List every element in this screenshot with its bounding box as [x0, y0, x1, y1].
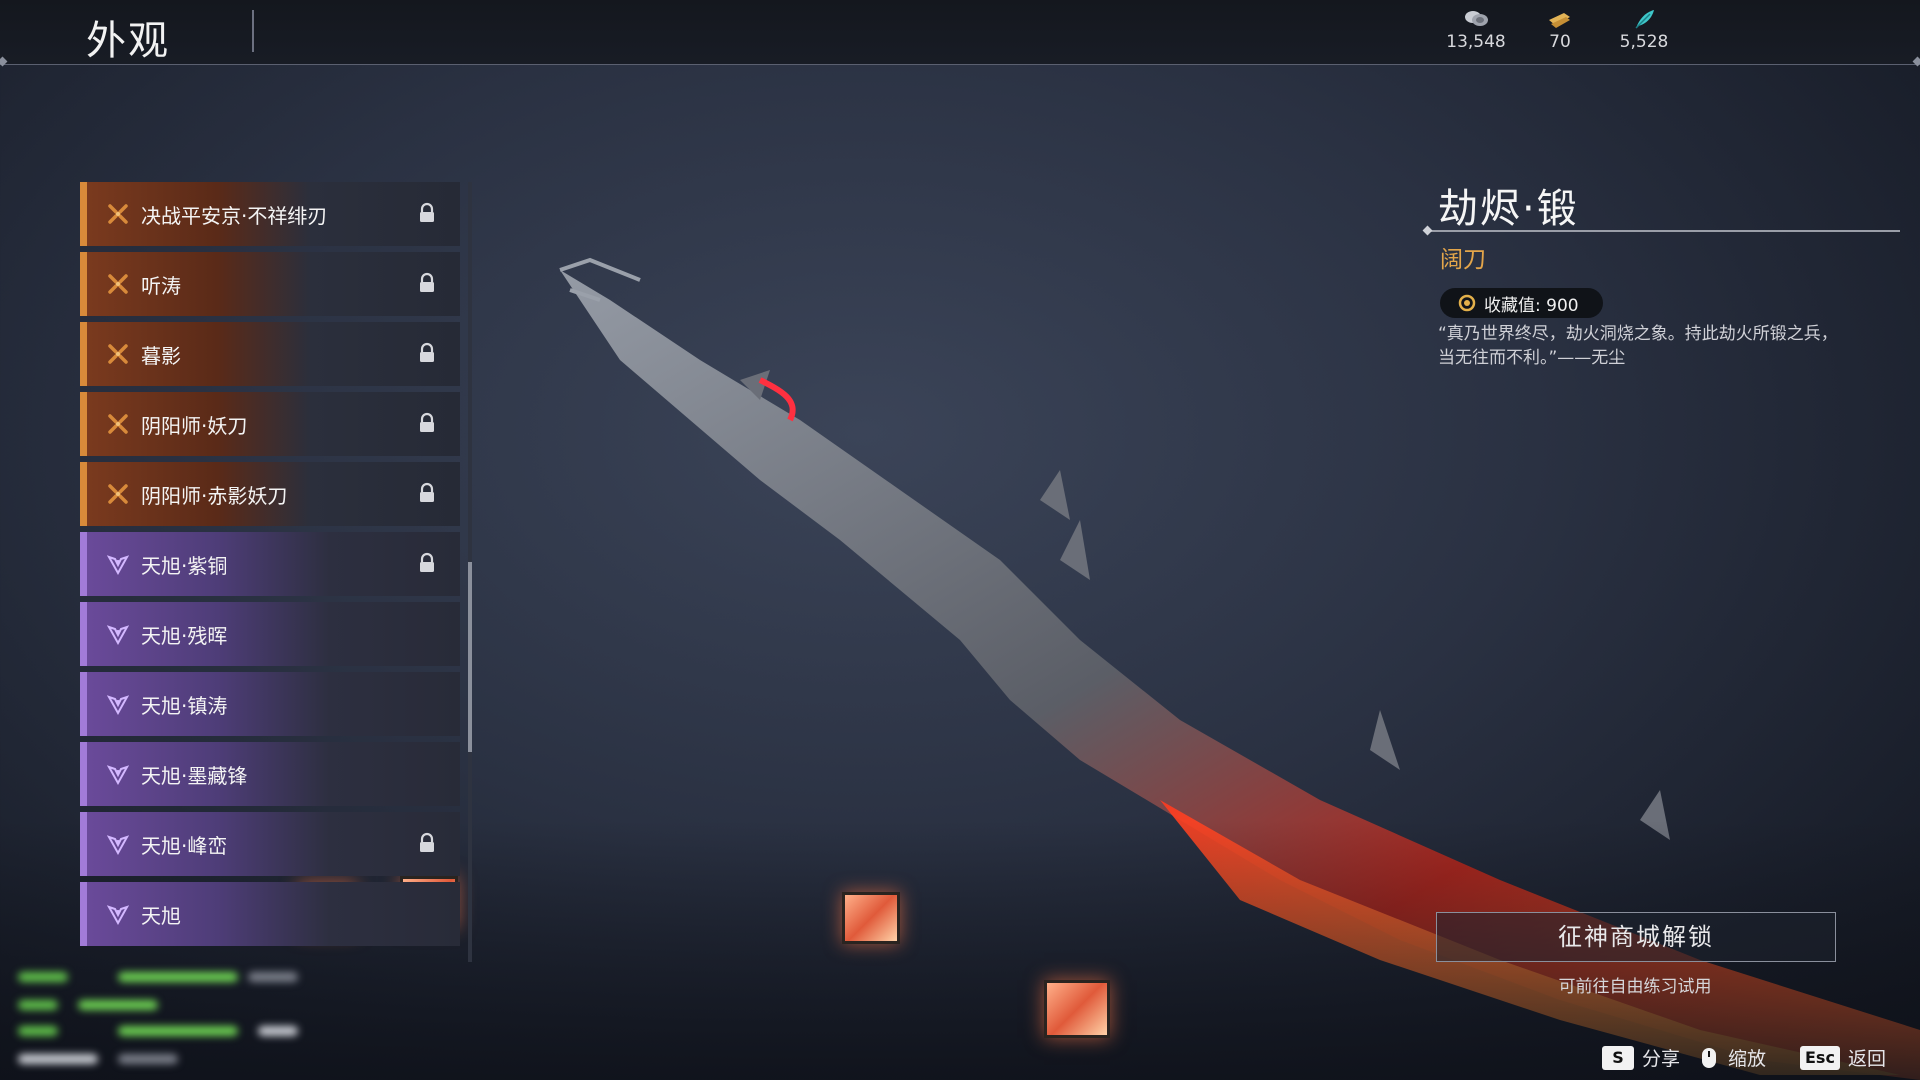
collection-icon [1458, 294, 1476, 312]
purple-rarity-icon [107, 835, 129, 855]
currency-value: 70 [1549, 32, 1571, 52]
back-hint[interactable]: Esc 返回 [1800, 1044, 1886, 1071]
blurred-chat-panel [18, 960, 348, 1076]
gold-rarity-icon [108, 414, 128, 434]
key-s: S [1602, 1045, 1634, 1070]
trial-hint: 可前往自由练习试用 [1558, 977, 1712, 997]
gold-rarity-icon [108, 204, 128, 224]
lock-icon [420, 342, 434, 362]
lock-icon [420, 552, 434, 572]
store-unlock-button[interactable]: 征神商城解锁 [1436, 912, 1836, 962]
feather-icon [1635, 10, 1654, 29]
skin-description: “真乃世界终尽，劫火洞烧之象。持此劫火所锻之兵，当无往而不利。”——无尘 [1438, 324, 1838, 368]
skin-list-item-label: 阴阳师·赤影妖刀 [141, 483, 288, 508]
share-hint[interactable]: S 分享 [1602, 1044, 1680, 1071]
weapon-type: 阔刀 [1440, 247, 1486, 273]
zoom-label: 缩放 [1728, 1048, 1767, 1070]
top-bar: 外观 13,548 70 5,528 [0, 0, 1920, 67]
divider-ornament [0, 56, 8, 67]
lock-icon [420, 482, 434, 502]
back-label: 返回 [1847, 1048, 1886, 1070]
floating-lantern [842, 892, 900, 944]
skin-list-item-label: 天旭·镇涛 [141, 693, 228, 718]
lock-icon [420, 832, 434, 852]
currency-value: 5,528 [1619, 32, 1669, 52]
purple-rarity-icon [107, 555, 129, 575]
skin-list-item-label: 暮影 [141, 343, 181, 368]
skin-list-item-label: 天旭·紫铜 [141, 553, 228, 578]
page-title: 外观 [86, 18, 170, 64]
gold-rarity-icon [108, 344, 128, 364]
lock-icon [420, 272, 434, 292]
skin-list-item[interactable]: 天旭 [80, 882, 460, 946]
skin-list-item[interactable]: 天旭·峰峦 [80, 812, 460, 876]
purple-rarity-icon [107, 625, 129, 645]
skin-list-item[interactable]: 天旭·镇涛 [80, 672, 460, 736]
currency-tickets[interactable]: 70 [1520, 8, 1600, 52]
floating-lantern [1044, 980, 1110, 1038]
skin-list-item[interactable]: 天旭·墨藏锋 [80, 742, 460, 806]
share-label: 分享 [1642, 1048, 1681, 1070]
skin-list-item[interactable]: 暮影 [80, 322, 460, 386]
divider-ornament [1912, 56, 1920, 67]
collection-value-badge: 收藏值: 900 [1440, 288, 1603, 318]
skin-list: 决战平安京·不祥绯刃 听涛暮影阴阳师·妖刀阴阳师·赤影妖刀 天旭·紫铜天旭·残晖天旭… [80, 182, 460, 952]
currency-value: 13,548 [1446, 32, 1506, 52]
key-esc: Esc [1800, 1045, 1840, 1070]
coin-stack-icon [1465, 11, 1488, 26]
skin-list-item[interactable]: 天旭·残晖 [80, 602, 460, 666]
currency-coins[interactable]: 13,548 [1436, 8, 1516, 52]
skin-list-item-label: 阴阳师·妖刀 [141, 413, 248, 438]
lock-icon [420, 202, 434, 222]
gold-rarity-icon [108, 274, 128, 294]
title-divider [252, 10, 254, 52]
ticket-icon [1549, 13, 1570, 28]
zoom-hint[interactable]: 缩放 [1698, 1044, 1766, 1071]
mouse-icon [1702, 1047, 1716, 1068]
skin-list-item-label: 决战平安京·不祥绯刃 [141, 203, 328, 228]
skin-list-item-label: 天旭·残晖 [141, 623, 228, 648]
title-underline [1428, 230, 1900, 232]
lock-icon [420, 412, 434, 432]
currency-feathers[interactable]: 5,528 [1604, 8, 1684, 52]
skin-list-item[interactable]: 天旭·紫铜 [80, 532, 460, 596]
store-unlock-label: 征神商城解锁 [1558, 923, 1714, 951]
purple-rarity-icon [107, 905, 129, 925]
skin-list-item-label: 天旭 [141, 903, 181, 928]
skin-name: 劫烬·锻 [1438, 186, 1579, 232]
skin-list-item[interactable]: 决战平安京·不祥绯刃 [80, 182, 460, 246]
skin-list-item[interactable]: 阴阳师·赤影妖刀 [80, 462, 460, 526]
skin-list-item-label: 天旭·峰峦 [141, 833, 228, 858]
purple-rarity-icon [107, 695, 129, 715]
skin-list-item-label: 听涛 [141, 273, 181, 298]
skin-list-item[interactable]: 听涛 [80, 252, 460, 316]
purple-rarity-icon [107, 765, 129, 785]
skin-list-item-label: 天旭·墨藏锋 [141, 763, 248, 788]
skin-list-item[interactable]: 阴阳师·妖刀 [80, 392, 460, 456]
collection-value: 收藏值: 900 [1484, 295, 1579, 316]
gold-rarity-icon [108, 484, 128, 504]
list-scrollbar-thumb[interactable] [468, 562, 472, 752]
